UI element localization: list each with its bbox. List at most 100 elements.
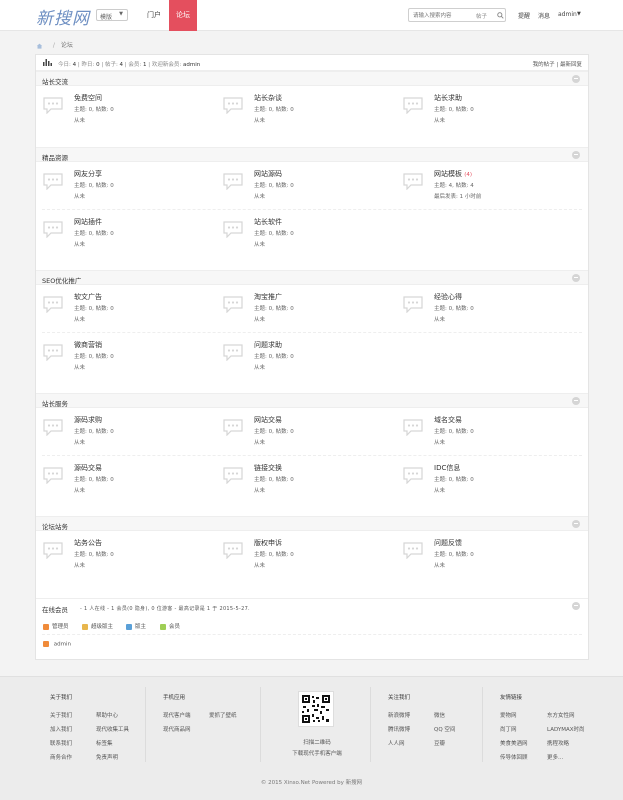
forum-name[interactable]: 微商营销 (74, 340, 102, 350)
messages-link[interactable]: 消息 (538, 11, 550, 20)
forum-name[interactable]: 问题反馈 (434, 538, 462, 548)
footer-link[interactable]: 更多... (547, 753, 563, 761)
footer-link[interactable]: 现代商品网 (163, 725, 191, 733)
latest-replies-link[interactable]: 最新回复 (560, 62, 582, 68)
forum-item[interactable]: 站务公告 主题: 0, 帖数: 0 从未 (43, 538, 213, 578)
forum-item[interactable]: 网站插件 主题: 0, 帖数: 0 从未 (43, 217, 213, 257)
footer-link[interactable]: 传导体回顾 (500, 753, 528, 761)
footer-link[interactable]: 尚丁网 (500, 725, 517, 733)
qr-caption-download[interactable]: 下载现代手机客户端 (277, 749, 357, 757)
user-menu[interactable]: admin (558, 11, 577, 18)
forum-item[interactable]: 站长求助 主题: 0, 帖数: 0 从未 (403, 93, 573, 133)
forum-item[interactable]: 微商营销 主题: 0, 帖数: 0 从未 (43, 340, 213, 380)
forum-item[interactable]: 问题求助 主题: 0, 帖数: 0 从未 (223, 340, 393, 380)
my-posts-link[interactable]: 我的帖子 (533, 62, 555, 68)
forum-item[interactable]: 免费空间 主题: 0, 帖数: 0 从未 (43, 93, 213, 133)
forum-item[interactable]: IDC信息 主题: 0, 帖数: 0 从未 (403, 463, 573, 503)
footer-link[interactable]: 帮助中心 (96, 711, 118, 719)
footer-link[interactable]: 关于我们 (50, 711, 72, 719)
forum-name[interactable]: 网站模板 (4) (434, 169, 472, 179)
forum-item[interactable]: 经验心得 主题: 0, 帖数: 0 从未 (403, 292, 573, 332)
forum-name[interactable]: 免费空间 (74, 93, 102, 103)
breadcrumb-current[interactable]: 论坛 (61, 42, 73, 49)
search-type[interactable]: 帖子 (476, 12, 487, 20)
forum-name[interactable]: 站长杂谈 (254, 93, 282, 103)
user-chevron-icon[interactable]: ▼ (577, 11, 581, 17)
footer-link[interactable]: LADYMAX时尚 (547, 725, 585, 733)
footer-link[interactable]: 商务合作 (50, 753, 72, 761)
category-title[interactable]: SEO优化推广 (42, 275, 81, 285)
nav-forum[interactable]: 论坛 (169, 0, 197, 31)
forum-item[interactable]: 网站源码 主题: 0, 帖数: 0 从未 (223, 169, 393, 209)
forum-item[interactable]: 站长杂谈 主题: 0, 帖数: 0 从未 (223, 93, 393, 133)
forum-name[interactable]: 淘宝推广 (254, 292, 282, 302)
collapse-icon[interactable] (572, 397, 580, 405)
footer-link[interactable]: 爱抓了壁纸 (209, 711, 237, 719)
forum-item[interactable]: 网站模板 (4) 主题: 4, 帖数: 4 最后发表: 1 小时前 (403, 169, 573, 209)
welcome-user-link[interactable]: admin (183, 62, 200, 68)
footer-link[interactable]: 豆瓣 (434, 739, 445, 747)
footer-link[interactable]: 加入我们 (50, 725, 72, 733)
footer-link[interactable]: 标签集 (96, 739, 113, 747)
remind-link[interactable]: 提醒 (518, 11, 530, 20)
forum-item[interactable]: 问题反馈 主题: 0, 帖数: 0 从未 (403, 538, 573, 578)
footer-link[interactable]: 现代收集工具 (96, 725, 129, 733)
forum-item[interactable]: 软文广告 主题: 0, 帖数: 0 从未 (43, 292, 213, 332)
forum-name[interactable]: 站务公告 (74, 538, 102, 548)
forum-name[interactable]: 域名交易 (434, 415, 462, 425)
category-title[interactable]: 站长服务 (42, 398, 68, 408)
home-icon[interactable] (36, 43, 43, 49)
forum-name[interactable]: 源码求购 (74, 415, 102, 425)
nav-portal[interactable]: 门户 (140, 0, 168, 31)
forum-name[interactable]: 网友分享 (74, 169, 102, 179)
forum-name[interactable]: 源码交易 (74, 463, 102, 473)
search-input[interactable] (413, 11, 473, 20)
forum-item[interactable]: 网友分享 主题: 0, 帖数: 0 从未 (43, 169, 213, 209)
footer-link[interactable]: 东方女性网 (547, 711, 575, 719)
forum-item[interactable]: 版权申诉 主题: 0, 帖数: 0 从未 (223, 538, 393, 578)
welcome-label: 欢迎新会员: (151, 62, 182, 68)
collapse-icon[interactable] (572, 602, 580, 610)
category-title[interactable]: 精品资源 (42, 152, 68, 162)
category-title[interactable]: 站长交流 (42, 76, 68, 86)
online-user-name[interactable]: admin (54, 642, 71, 648)
forum-name[interactable]: 链接交换 (254, 463, 282, 473)
category-title[interactable]: 论坛站务 (42, 521, 68, 531)
collapse-icon[interactable] (572, 520, 580, 528)
forum-name[interactable]: 软文广告 (74, 292, 102, 302)
forum-item[interactable]: 网站交易 主题: 0, 帖数: 0 从未 (223, 415, 393, 455)
footer-link[interactable]: 美食美酒网 (500, 739, 528, 747)
forum-name[interactable]: 网站交易 (254, 415, 282, 425)
forum-name[interactable]: IDC信息 (434, 463, 460, 473)
forum-item[interactable]: 链接交换 主题: 0, 帖数: 0 从未 (223, 463, 393, 503)
online-user[interactable]: admin (43, 641, 71, 648)
forum-item[interactable]: 源码交易 主题: 0, 帖数: 0 从未 (43, 463, 213, 503)
footer-link[interactable]: 免责声明 (96, 753, 118, 761)
template-select[interactable]: 模版 ▼ (96, 9, 128, 21)
footer-link[interactable]: QQ 空间 (434, 725, 455, 733)
footer-link[interactable]: 新浪微博 (388, 711, 410, 719)
footer-link[interactable]: 腾讯微博 (388, 725, 410, 733)
forum-name[interactable]: 版权申诉 (254, 538, 282, 548)
forum-name[interactable]: 网站源码 (254, 169, 282, 179)
forum-name[interactable]: 站长软件 (254, 217, 282, 227)
forum-name[interactable]: 经验心得 (434, 292, 462, 302)
forum-item[interactable]: 站长软件 主题: 0, 帖数: 0 从未 (223, 217, 393, 257)
footer-link[interactable]: 联系我们 (50, 739, 72, 747)
forum-item[interactable]: 源码求购 主题: 0, 帖数: 0 从未 (43, 415, 213, 455)
forum-name[interactable]: 网站插件 (74, 217, 102, 227)
forum-name[interactable]: 问题求助 (254, 340, 282, 350)
footer-link[interactable]: 人人网 (388, 739, 405, 747)
search-icon[interactable] (497, 12, 504, 19)
forum-item[interactable]: 域名交易 主题: 0, 帖数: 0 从未 (403, 415, 573, 455)
site-logo[interactable]: 新搜网 (36, 4, 90, 29)
footer-link[interactable]: 爱物网 (500, 711, 517, 719)
collapse-icon[interactable] (572, 75, 580, 83)
collapse-icon[interactable] (572, 274, 580, 282)
forum-name[interactable]: 站长求助 (434, 93, 462, 103)
footer-link[interactable]: 携程攻略 (547, 739, 569, 747)
footer-link[interactable]: 现代客户端 (163, 711, 191, 719)
forum-item[interactable]: 淘宝推广 主题: 0, 帖数: 0 从未 (223, 292, 393, 332)
footer-link[interactable]: 微信 (434, 711, 445, 719)
collapse-icon[interactable] (572, 151, 580, 159)
